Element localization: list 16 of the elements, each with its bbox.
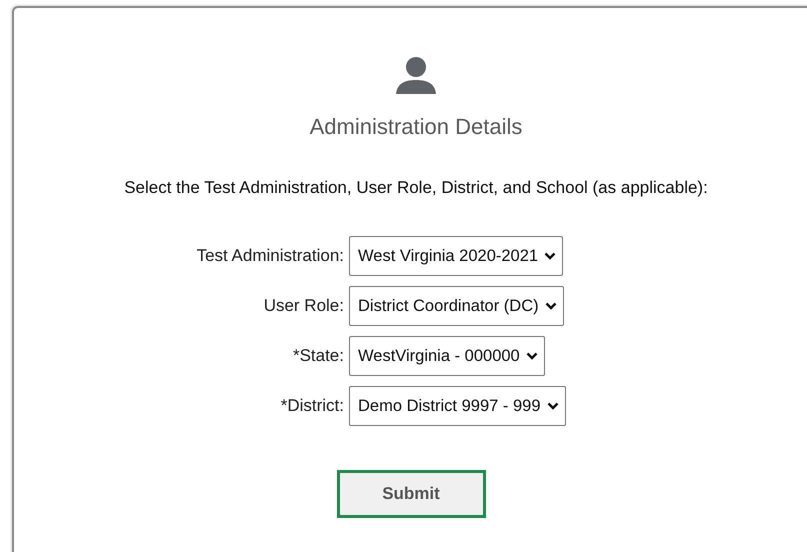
instructions-text: Select the Test Administration, User Role, District, and School (as applicable): [124,178,708,198]
chevron-down-icon [546,402,558,410]
dropdown-select[interactable]: Demo District 9997 - 999 [349,386,566,426]
field-label: *District: [280,396,344,416]
user-icon [395,56,437,94]
chevron-down-icon [544,252,556,260]
submit-button[interactable]: Submit [336,470,486,518]
chevron-down-icon [544,302,557,310]
dropdown-select[interactable]: District Coordinator (DC) [349,286,564,326]
dropdown-select[interactable]: West Virginia 2020-2021 [349,236,564,276]
field-label: *State: [292,346,344,366]
field-label: Test Administration: [196,246,344,266]
chevron-down-icon [526,352,538,360]
dropdown-select[interactable]: WestVirginia - 000000 [349,336,545,376]
field-label: User Role: [262,296,344,316]
section-title: Administration Details [310,114,522,140]
